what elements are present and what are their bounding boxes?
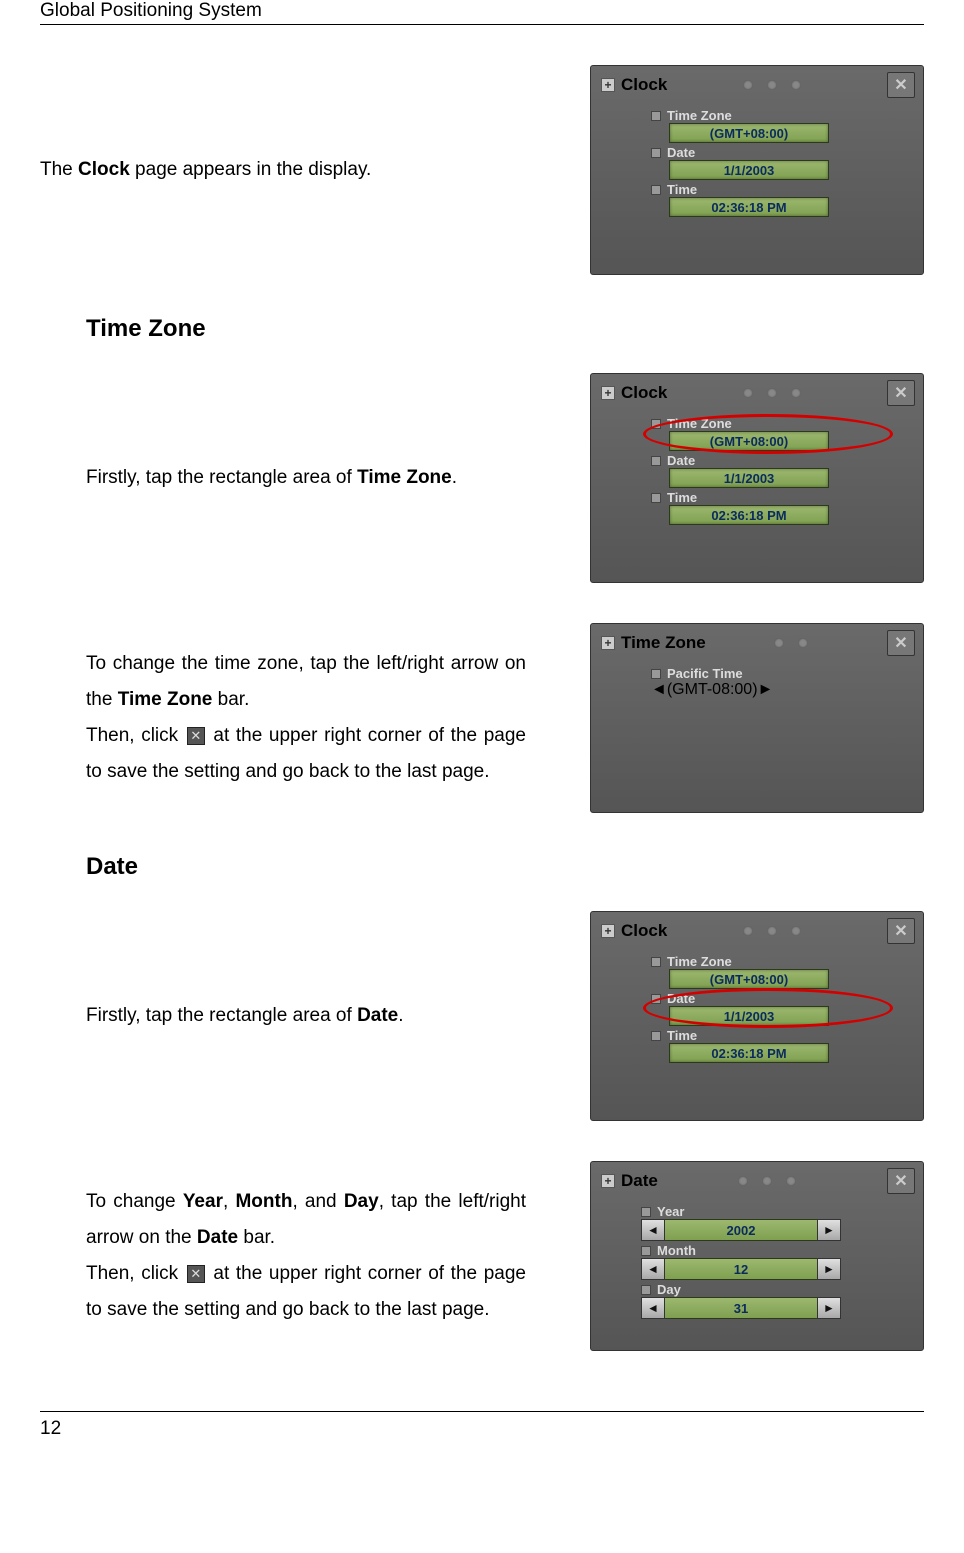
close-icon: ✕ bbox=[187, 1265, 205, 1283]
expand-icon: + bbox=[601, 386, 615, 400]
close-icon: ✕ bbox=[187, 727, 205, 745]
nav-dots bbox=[738, 1176, 796, 1186]
label-time: Time bbox=[667, 182, 697, 197]
label-year: Year bbox=[657, 1204, 684, 1219]
t: Date bbox=[357, 1005, 398, 1026]
arrow-right-icon[interactable]: ► bbox=[758, 681, 774, 699]
t: Day bbox=[344, 1191, 379, 1212]
tz-p1-c: . bbox=[452, 467, 457, 488]
tz-p1-a: Firstly, tap the rectangle area of bbox=[86, 467, 357, 488]
t: Date bbox=[197, 1227, 238, 1248]
label-date: Date bbox=[667, 145, 695, 160]
panel-title: Date bbox=[621, 1171, 658, 1191]
close-icon[interactable]: ✕ bbox=[887, 72, 915, 98]
label-day: Day bbox=[657, 1282, 681, 1297]
label-month: Month bbox=[657, 1243, 696, 1258]
label-time: Time bbox=[667, 1028, 697, 1043]
nav-dots bbox=[743, 80, 801, 90]
value-date[interactable]: 1/1/2003 bbox=[669, 468, 829, 488]
t: Then, click bbox=[86, 725, 185, 746]
value-date[interactable]: 1/1/2003 bbox=[669, 160, 829, 180]
label-date: Date bbox=[667, 453, 695, 468]
value-month: 12 bbox=[665, 1258, 817, 1280]
t: Time Zone bbox=[118, 689, 213, 710]
heading-timezone: Time Zone bbox=[40, 315, 924, 343]
arrow-left-icon[interactable]: ◄ bbox=[651, 681, 667, 699]
label-pacific: Pacific Time bbox=[667, 666, 743, 681]
label-timezone: Time Zone bbox=[667, 954, 732, 969]
page-number: 12 bbox=[40, 1418, 61, 1439]
nav-dots bbox=[774, 638, 808, 648]
value-day: 31 bbox=[665, 1297, 817, 1319]
t: bar. bbox=[212, 689, 249, 710]
tz-text-2: To change the time zone, tap the left/ri… bbox=[40, 646, 526, 790]
header-text: Global Positioning System bbox=[40, 0, 262, 21]
t: To change bbox=[86, 1191, 183, 1212]
value-timezone[interactable]: (GMT+08:00) bbox=[669, 431, 829, 451]
t: , and bbox=[292, 1191, 343, 1212]
close-icon[interactable]: ✕ bbox=[887, 918, 915, 944]
screenshot-clock-3: + Clock ✕ Time Zone (GMT+08:00) Date 1/1… bbox=[590, 911, 924, 1121]
value-time[interactable]: 02:36:18 PM bbox=[669, 197, 829, 217]
value-timezone[interactable]: (GMT+08:00) bbox=[669, 969, 829, 989]
t: Firstly, tap the rectangle area of bbox=[86, 1005, 357, 1026]
close-icon[interactable]: ✕ bbox=[887, 630, 915, 656]
nav-dots bbox=[743, 926, 801, 936]
arrow-left-icon[interactable]: ◄ bbox=[641, 1258, 665, 1280]
value-timezone: (GMT-08:00) bbox=[667, 681, 758, 699]
intro-bold: Clock bbox=[78, 159, 130, 180]
arrow-left-icon[interactable]: ◄ bbox=[641, 1219, 665, 1241]
page-header: Global Positioning System bbox=[40, 0, 924, 25]
expand-icon: + bbox=[601, 924, 615, 938]
screenshot-timezone: + Time Zone ✕ Pacific Time ◄ (GMT-08:00)… bbox=[590, 623, 924, 813]
t: Then, click bbox=[86, 1263, 185, 1284]
label-timezone: Time Zone bbox=[667, 108, 732, 123]
panel-title: Time Zone bbox=[621, 633, 706, 653]
t: . bbox=[398, 1005, 403, 1026]
value-time[interactable]: 02:36:18 PM bbox=[669, 1043, 829, 1063]
date-text-1: Firstly, tap the rectangle area of Date. bbox=[40, 998, 526, 1034]
arrow-left-icon[interactable]: ◄ bbox=[641, 1297, 665, 1319]
arrow-right-icon[interactable]: ► bbox=[817, 1258, 841, 1280]
t: bar. bbox=[238, 1227, 275, 1248]
close-icon[interactable]: ✕ bbox=[887, 1168, 915, 1194]
date-text-2: To change Year, Month, and Day, tap the … bbox=[40, 1184, 526, 1328]
arrow-right-icon[interactable]: ► bbox=[817, 1219, 841, 1241]
nav-dots bbox=[743, 388, 801, 398]
intro-prefix: The bbox=[40, 159, 78, 180]
panel-title: Clock bbox=[621, 921, 667, 941]
panel-title: Clock bbox=[621, 383, 667, 403]
screenshot-date: + Date ✕ Year ◄ 2002 ► Month ◄ 12 bbox=[590, 1161, 924, 1351]
expand-icon: + bbox=[601, 1174, 615, 1188]
panel-title: Clock bbox=[621, 75, 667, 95]
expand-icon: + bbox=[601, 78, 615, 92]
arrow-right-icon[interactable]: ► bbox=[817, 1297, 841, 1319]
t: Year bbox=[183, 1191, 223, 1212]
label-time: Time bbox=[667, 490, 697, 505]
value-timezone[interactable]: (GMT+08:00) bbox=[669, 123, 829, 143]
intro-text: The Clock page appears in the display. bbox=[40, 152, 480, 188]
screenshot-clock-2: + Clock ✕ Time Zone (GMT+08:00) Date 1/1… bbox=[590, 373, 924, 583]
value-date[interactable]: 1/1/2003 bbox=[669, 1006, 829, 1026]
t: , bbox=[223, 1191, 235, 1212]
intro-suffix: page appears in the display. bbox=[130, 159, 372, 180]
heading-date: Date bbox=[40, 853, 924, 881]
value-time[interactable]: 02:36:18 PM bbox=[669, 505, 829, 525]
tz-text-1: Firstly, tap the rectangle area of Time … bbox=[40, 460, 526, 496]
t: Month bbox=[235, 1191, 292, 1212]
close-icon[interactable]: ✕ bbox=[887, 380, 915, 406]
label-date: Date bbox=[667, 991, 695, 1006]
tz-p1-b: Time Zone bbox=[357, 467, 452, 488]
label-timezone: Time Zone bbox=[667, 416, 732, 431]
expand-icon: + bbox=[601, 636, 615, 650]
page-footer: 12 bbox=[40, 1411, 924, 1440]
value-year: 2002 bbox=[665, 1219, 817, 1241]
screenshot-clock-1: + Clock ✕ Time Zone (GMT+08:00) Date 1/1… bbox=[590, 65, 924, 275]
